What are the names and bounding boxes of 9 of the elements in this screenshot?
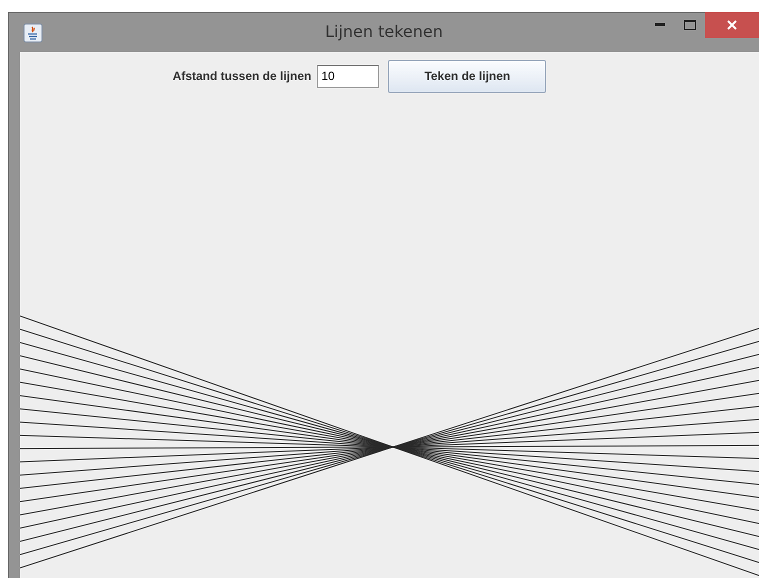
spacing-label: Afstand tussen de lijnen: [172, 69, 312, 83]
close-icon: [727, 20, 737, 30]
maximize-icon: [684, 20, 696, 30]
close-button[interactable]: [705, 12, 759, 38]
window-title: Lijnen tekenen: [325, 22, 443, 41]
app-icon: [23, 23, 43, 43]
minimize-icon: [655, 23, 665, 27]
spacing-field[interactable]: 10: [317, 64, 380, 88]
draw-lines-button[interactable]: Teken de lijnen: [388, 60, 546, 92]
